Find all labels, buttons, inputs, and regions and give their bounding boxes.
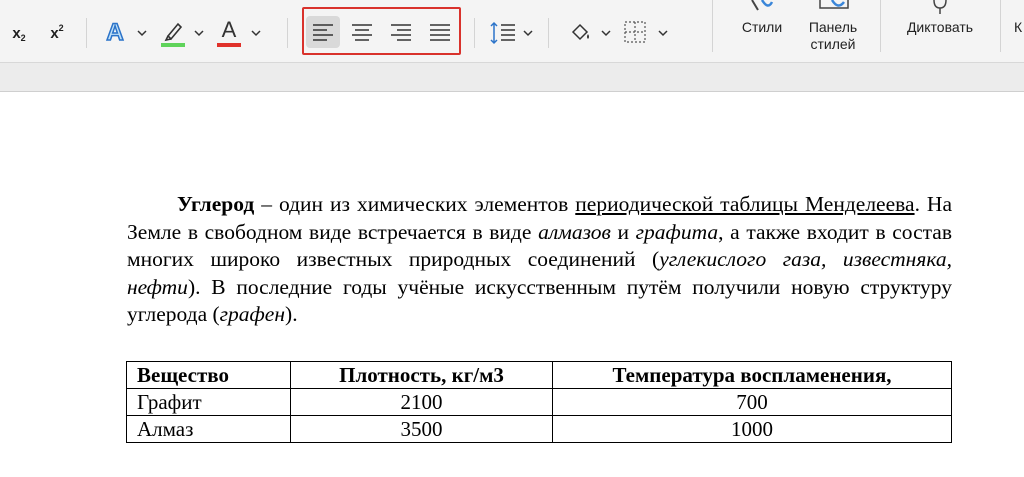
font-color-bar	[217, 42, 241, 47]
table-cell[interactable]: 2100	[290, 388, 553, 416]
paragraph-text: – один из химических элементов	[254, 192, 576, 216]
ribbon-toolbar: x2 x2 A A Стили Панель стилей Диктовать …	[0, 0, 1024, 62]
subscript-suffix: 2	[20, 33, 26, 43]
paragraph-text: ).	[285, 302, 298, 326]
table-cell[interactable]: 1000	[552, 415, 952, 443]
font-color-letter: A	[221, 16, 237, 42]
highlighter-icon	[161, 22, 185, 47]
superscript-suffix: 2	[58, 23, 64, 33]
substances-table[interactable]: Вещество Плотность, кг/м3 Температура во…	[126, 361, 952, 443]
term-graphene: графен	[219, 302, 286, 326]
subscript-button[interactable]: x2	[4, 18, 34, 48]
highlight-color-button[interactable]	[158, 16, 188, 50]
separator	[1000, 0, 1001, 52]
align-center-button[interactable]	[345, 16, 379, 48]
separator	[548, 18, 549, 48]
borders-button[interactable]	[620, 17, 650, 47]
styles-pane-label: Панель стилей	[808, 19, 858, 52]
term-diamonds: алмазов	[538, 219, 611, 244]
separator	[474, 18, 475, 48]
styles-pane-button[interactable]: Панель стилей	[800, 0, 866, 56]
align-left-icon	[313, 24, 333, 41]
line-spacing-icon	[490, 21, 515, 45]
superscript-label: x	[50, 24, 59, 42]
dictate-label: Диктовать	[906, 19, 974, 35]
term-carbon: Углерод	[177, 192, 255, 216]
text-effects-letter: A	[106, 18, 125, 47]
table-cell[interactable]: Алмаз	[126, 415, 291, 443]
table-cell[interactable]: Графит	[126, 388, 291, 416]
superscript-button[interactable]: x2	[42, 18, 72, 48]
styles-label: Стили	[741, 19, 783, 35]
align-right-button[interactable]	[384, 16, 418, 48]
chevron-down-icon[interactable]	[137, 28, 147, 38]
paragraph-text: и	[610, 219, 636, 244]
column-header[interactable]: Вещество	[126, 361, 291, 389]
chevron-down-icon[interactable]	[523, 28, 533, 38]
line-spacing-button[interactable]	[486, 17, 520, 49]
subscript-label: x	[12, 24, 21, 42]
column-header[interactable]: Плотность, кг/м3	[290, 361, 553, 389]
separator	[86, 18, 87, 48]
borders-icon	[624, 21, 646, 43]
chevron-down-icon[interactable]	[194, 28, 204, 38]
separator	[712, 0, 713, 52]
styles-button[interactable]: Стили	[730, 0, 794, 56]
text-effects-button[interactable]: A	[100, 16, 130, 50]
font-color-button[interactable]: A	[214, 14, 244, 50]
separator	[880, 0, 881, 52]
align-center-icon	[352, 24, 372, 41]
periodic-table-link[interactable]: периодической таблицы Менделеева	[575, 192, 914, 216]
more-ribbon-button[interactable]: К	[1014, 19, 1022, 35]
chevron-down-icon[interactable]	[251, 28, 261, 38]
document-paragraph[interactable]: Углерод – один из химических элементов п…	[127, 191, 952, 329]
table-header-row: Вещество Плотность, кг/м3 Температура во…	[126, 361, 952, 389]
table-cell[interactable]: 700	[552, 388, 952, 416]
justify-icon	[430, 24, 450, 41]
column-header[interactable]: Температура воспламенения,	[552, 361, 952, 389]
highlight-color-bar	[161, 43, 185, 47]
paint-bucket-icon	[571, 23, 589, 41]
table-row: Алмаз 3500 1000	[126, 415, 952, 443]
term-graphite: графита	[635, 219, 719, 244]
shading-button[interactable]	[566, 17, 594, 47]
chevron-down-icon[interactable]	[601, 28, 611, 38]
chevron-down-icon[interactable]	[658, 28, 668, 38]
align-right-icon	[391, 24, 411, 41]
separator	[287, 18, 288, 48]
justify-button[interactable]	[423, 16, 457, 48]
dictate-button[interactable]: Диктовать	[890, 0, 990, 56]
align-left-button[interactable]	[306, 16, 340, 48]
styles-icon	[751, 0, 774, 11]
styles-pane-icon	[819, 0, 849, 9]
table-cell[interactable]: 3500	[290, 415, 553, 443]
table-row: Графит 2100 700	[126, 388, 952, 416]
microphone-icon	[933, 0, 947, 14]
ruler-area	[0, 62, 1024, 92]
